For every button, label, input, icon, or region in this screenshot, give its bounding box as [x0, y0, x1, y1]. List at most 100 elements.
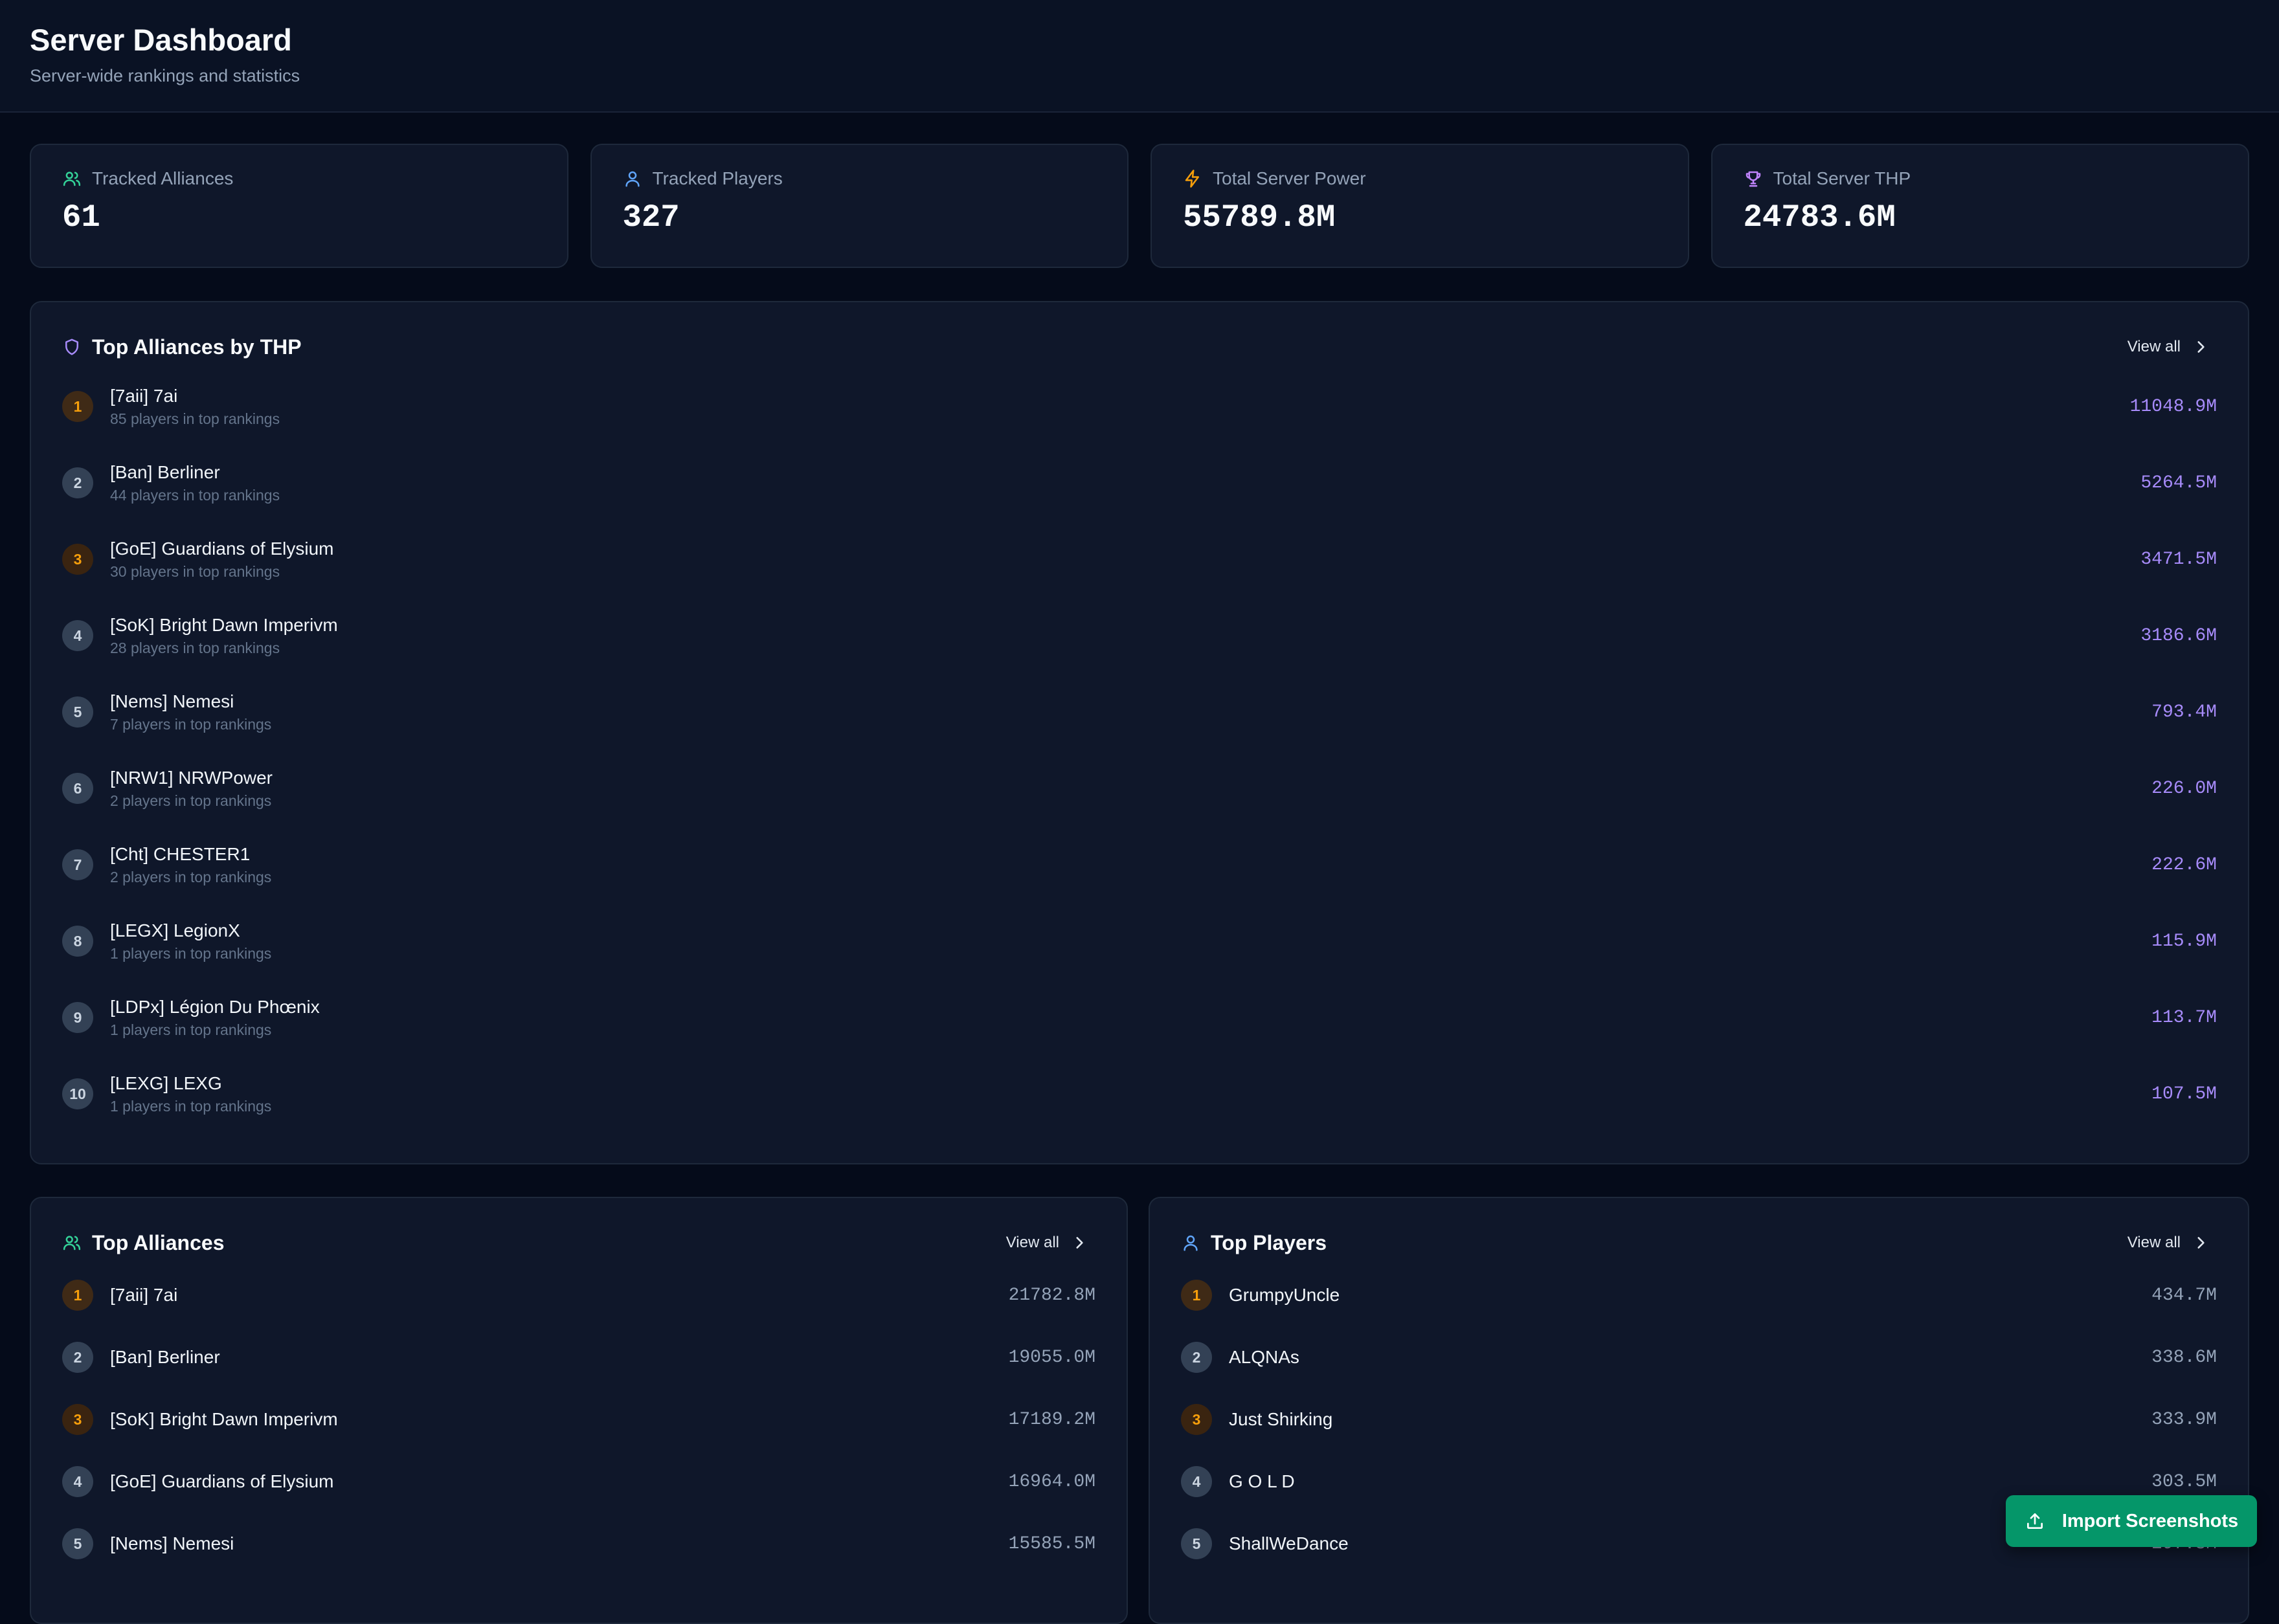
thp-value: 222.6M [2151, 854, 2217, 875]
power-value: 303.5M [2151, 1471, 2217, 1492]
alliance-meta: 7 players in top rankings [110, 715, 272, 733]
alliance-name: [SoK] Bright Dawn Imperivm [110, 614, 338, 635]
rank-badge: 2 [62, 1342, 93, 1373]
power-value: 17189.2M [1008, 1409, 1095, 1430]
stat-value: 327 [622, 199, 680, 236]
rank-badge: 5 [62, 1528, 93, 1559]
rank-badge: 4 [62, 1466, 93, 1497]
list-item[interactable]: 3 [SoK] Bright Dawn Imperivm 17189.2M [31, 1388, 1127, 1451]
list-item[interactable]: 1 GrumpyUncle 434.7M [1150, 1264, 2248, 1326]
alliance-meta: 1 players in top rankings [110, 1097, 272, 1115]
thp-value: 11048.9M [2129, 396, 2217, 417]
trophy-icon [1744, 169, 1763, 188]
power-value: 338.6M [2151, 1347, 2217, 1368]
player-name: GrumpyUncle [1229, 1285, 1340, 1305]
alliance-meta: 1 players in top rankings [110, 944, 272, 962]
list-item[interactable]: 2 [Ban] Berliner 44 players in top rankin… [31, 445, 2248, 521]
alliance-name: [Ban] Berliner [110, 462, 220, 482]
list-item[interactable]: 1 [7aii] 7ai 85 players in top rankings 1… [31, 368, 2248, 445]
alliance-meta: 1 players in top rankings [110, 1021, 272, 1038]
alliance-name: [Ban] Berliner [110, 1347, 220, 1367]
stat-label: Tracked Players [652, 168, 783, 188]
thp-value: 113.7M [2151, 1007, 2217, 1028]
stat-value: 55789.8M [1183, 199, 1336, 236]
users-icon [62, 1233, 82, 1252]
rank-badge: 1 [1181, 1280, 1212, 1311]
power-value: 333.9M [2151, 1409, 2217, 1430]
list-item[interactable]: 10 [LEXG] LEXG 1 players in top rankings … [31, 1056, 2248, 1132]
thp-value: 3471.5M [2140, 549, 2217, 570]
users-icon [62, 169, 82, 188]
view-all-label: View all [2127, 1234, 2181, 1251]
alliance-meta: 85 players in top rankings [110, 410, 280, 427]
list-item[interactable]: 3 [GoE] Guardians of Elysium 30 players i… [31, 521, 2248, 597]
rank-badge: 9 [62, 1002, 93, 1033]
import-screenshots-button[interactable]: Import Screenshots [2006, 1495, 2257, 1547]
rank-badge: 4 [62, 620, 93, 651]
power-value: 434.7M [2151, 1285, 2217, 1306]
stat-card-total-server-power: Total Server Power 55789.8M [1151, 144, 1689, 268]
list-item[interactable]: 4 [SoK] Bright Dawn Imperivm 28 players i… [31, 597, 2248, 674]
page-header: Server Dashboard Server-wide rankings an… [0, 0, 2279, 113]
list-item[interactable]: 7 [Cht] CHESTER1 2 players in top ranking… [31, 827, 2248, 903]
player-name: Just Shirking [1229, 1409, 1333, 1429]
alliance-name: [SoK] Bright Dawn Imperivm [110, 1409, 338, 1429]
panel-title: Top Alliances by THP [92, 335, 302, 359]
alliance-name: [Nems] Nemesi [110, 691, 234, 711]
alliance-meta: 30 players in top rankings [110, 562, 280, 580]
thp-value: 115.9M [2151, 931, 2217, 951]
alliance-name: [LEGX] LegionX [110, 920, 240, 940]
view-all-label: View all [2127, 338, 2181, 355]
list-item[interactable]: 3 Just Shirking 333.9M [1150, 1388, 2248, 1451]
rank-badge: 5 [1181, 1528, 1212, 1559]
top-alliances-thp-panel: Top Alliances by THP View all 1 [7aii] 7… [30, 301, 2249, 1164]
rank-badge: 2 [62, 467, 93, 498]
list-item[interactable]: 2 [Ban] Berliner 19055.0M [31, 1326, 1127, 1388]
list-item[interactable]: 2 ALQNAs 338.6M [1150, 1326, 2248, 1388]
panel-title: Top Alliances [92, 1230, 225, 1254]
user-icon [623, 169, 642, 188]
top-alliances-panel: Top Alliances View all 1 [7aii] 7ai 2178… [30, 1197, 1128, 1624]
shield-icon [62, 337, 82, 357]
list-item[interactable]: 6 [NRW1] NRWPower 2 players in top rankin… [31, 750, 2248, 827]
stat-label: Total Server THP [1773, 168, 1911, 188]
rank-badge: 6 [62, 773, 93, 804]
rank-badge: 10 [62, 1078, 93, 1109]
lightning-icon [1183, 169, 1202, 188]
rank-badge: 1 [62, 1280, 93, 1311]
thp-value: 226.0M [2151, 778, 2217, 799]
alliance-name: [Cht] CHESTER1 [110, 843, 251, 864]
stat-card-tracked-alliances: Tracked Alliances 61 [30, 144, 568, 268]
view-all-button[interactable]: View all [998, 1227, 1095, 1258]
list-item[interactable]: 5 [Nems] Nemesi 7 players in top rankings… [31, 674, 2248, 750]
stat-card-tracked-players: Tracked Players 327 [590, 144, 1128, 268]
top-players-panel: Top Players View all 1 GrumpyUncle 434.7… [1149, 1197, 2249, 1624]
stat-value: 24783.6M [1743, 199, 1896, 236]
rank-badge: 3 [1181, 1404, 1212, 1435]
view-all-label: View all [1005, 1234, 1059, 1251]
view-all-button[interactable]: View all [2120, 1227, 2217, 1258]
stat-label: Tracked Alliances [92, 168, 234, 188]
list-item[interactable]: 4 [GoE] Guardians of Elysium 16964.0M [31, 1451, 1127, 1513]
list-item[interactable]: 1 [7aii] 7ai 21782.8M [31, 1264, 1127, 1326]
rank-badge: 7 [62, 849, 93, 880]
rank-badge: 4 [1181, 1466, 1212, 1497]
view-all-button[interactable]: View all [2120, 331, 2217, 362]
rank-badge: 2 [1181, 1342, 1212, 1373]
stat-value: 61 [62, 199, 100, 236]
page-subtitle: Server-wide rankings and statistics [30, 66, 300, 85]
stat-label: Total Server Power [1213, 168, 1366, 188]
chevron-right-icon [2192, 339, 2209, 355]
stat-card-total-server-thp: Total Server THP 24783.6M [1711, 144, 2249, 268]
list-item[interactable]: 8 [LEGX] LegionX 1 players in top ranking… [31, 903, 2248, 979]
rank-badge: 3 [62, 1404, 93, 1435]
alliance-name: [LDPx] Légion Du Phœnix [110, 996, 320, 1017]
thp-value: 5264.5M [2140, 473, 2217, 493]
alliance-meta: 2 players in top rankings [110, 792, 272, 809]
alliance-name: [Nems] Nemesi [110, 1533, 234, 1553]
list-item[interactable]: 5 [Nems] Nemesi 15585.5M [31, 1513, 1127, 1575]
rank-badge: 3 [62, 544, 93, 575]
alliance-name: [7aii] 7ai [110, 1285, 178, 1305]
list-item[interactable]: 9 [LDPx] Légion Du Phœnix 1 players in to… [31, 979, 2248, 1056]
alliance-name: [GoE] Guardians of Elysium [110, 538, 334, 559]
